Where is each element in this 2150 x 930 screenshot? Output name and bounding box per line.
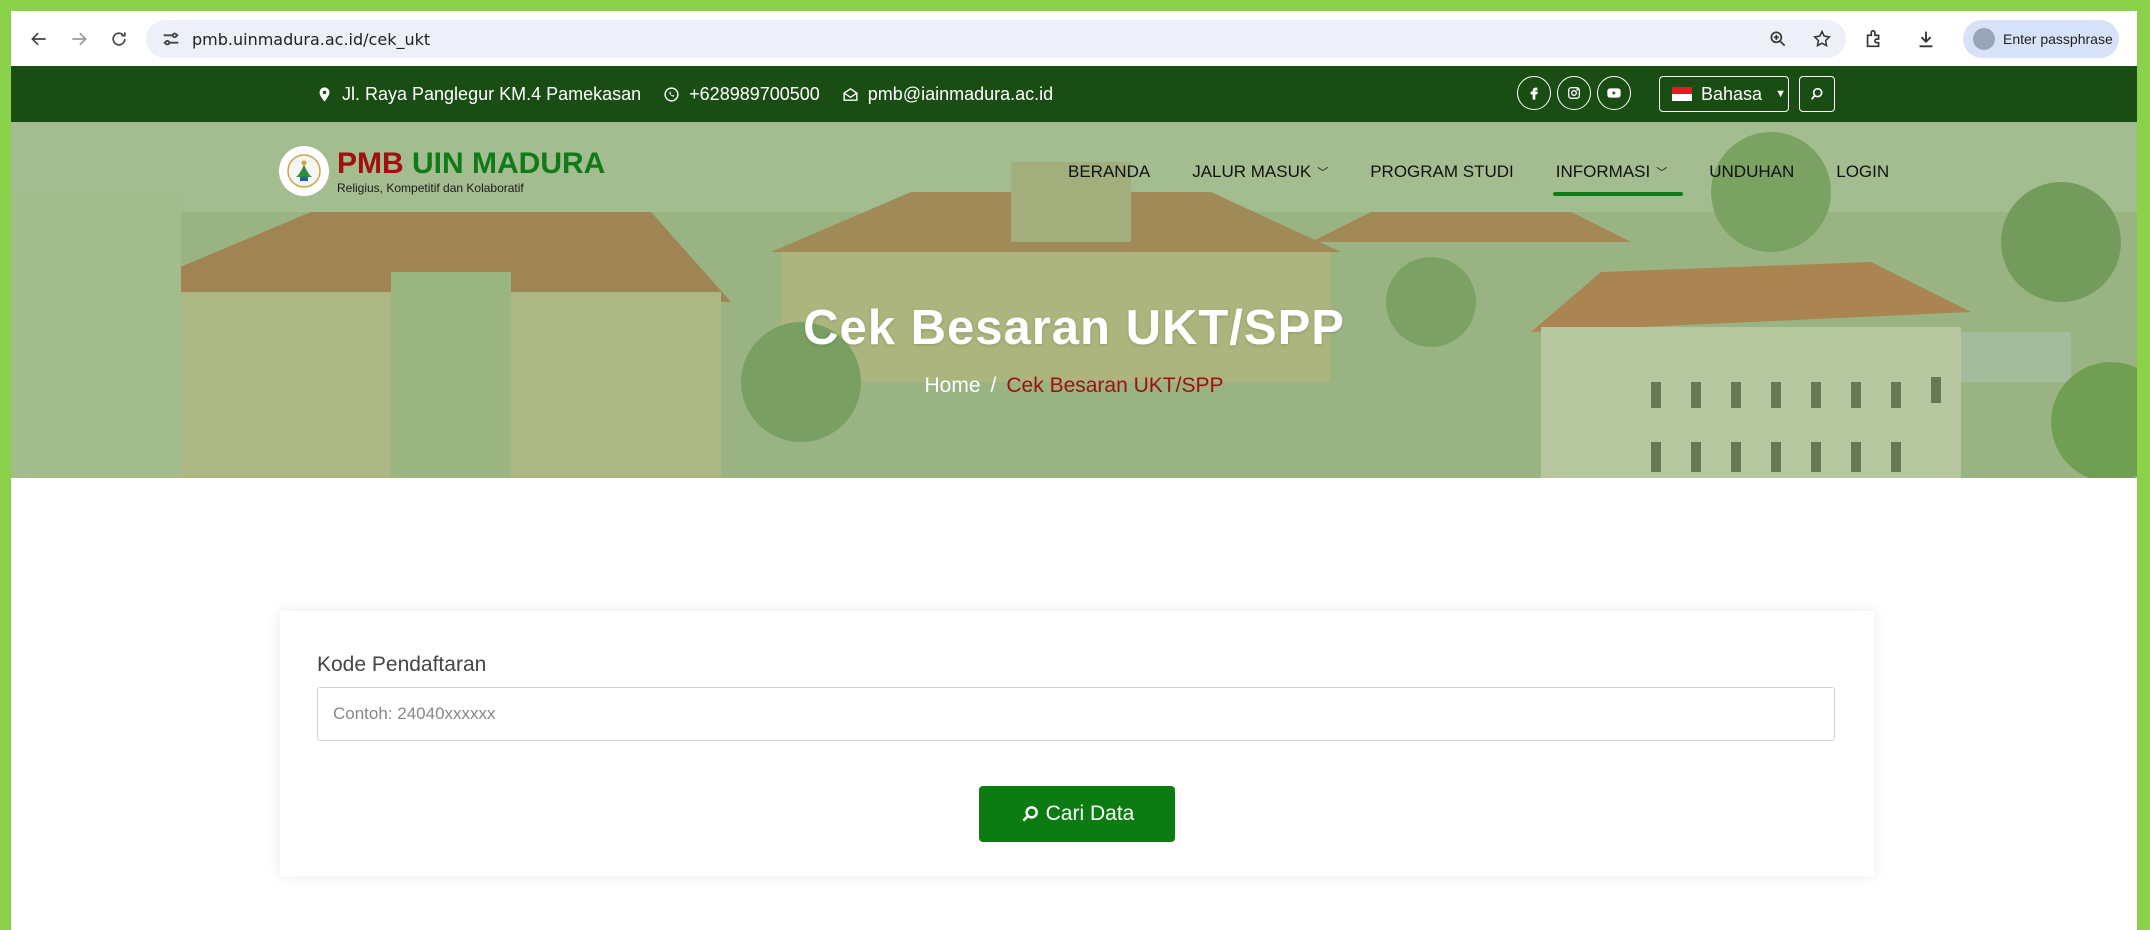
email-info[interactable]: pmb@iainmadura.ac.id: [842, 84, 1053, 105]
more-menu-icon[interactable]: ⋮: [2128, 23, 2137, 49]
nav-item-jalur-masuk[interactable]: JALUR MASUK ﹀: [1192, 162, 1328, 182]
nav-item-program-studi[interactable]: PROGRAM STUDI: [1370, 162, 1514, 182]
site-info-icon[interactable]: [160, 28, 182, 50]
caret-down-icon: ▼: [1775, 88, 1786, 100]
address-text: Jl. Raya Panglegur KM.4 Pamekasan: [342, 83, 642, 104]
nav-label: INFORMASI: [1555, 162, 1651, 181]
hero-banner: PMB UIN MADURA Religius, Kompetitif dan …: [11, 122, 2137, 478]
search-icon: [1811, 87, 1823, 100]
forward-icon[interactable]: [59, 19, 99, 59]
search-data-button[interactable]: Cari Data: [979, 786, 1175, 842]
main-nav: BERANDA JALUR MASUK ﹀ PROGRAM STUDI INFOR…: [1068, 162, 1931, 196]
browser-toolbar: pmb.uinmadura.ac.id/cek_ukt Enter passph…: [11, 11, 2137, 66]
download-icon[interactable]: [1915, 28, 1937, 50]
nav-label: BERANDA: [1068, 162, 1151, 181]
email-text[interactable]: pmb@iainmadura.ac.id: [868, 84, 1053, 105]
page-title: Cek Besaran UKT/SPP: [803, 301, 1345, 355]
address-info: Jl. Raya Panglegur KM.4 Pamekasan: [316, 84, 641, 105]
avatar: [1973, 28, 1995, 50]
phone-text[interactable]: +628989700500: [689, 84, 820, 105]
back-icon[interactable]: [19, 19, 59, 59]
indonesia-flag-icon: [1672, 87, 1692, 101]
nav-label: UNDUHAN: [1709, 162, 1795, 181]
whatsapp-icon: [664, 86, 679, 102]
reload-icon[interactable]: [99, 19, 139, 59]
top-info-bar: Jl. Raya Panglegur KM.4 Pamekasan +62898…: [11, 66, 2137, 122]
uin-madura-emblem-icon: [279, 146, 329, 196]
nav-label: PROGRAM STUDI: [1370, 162, 1514, 181]
profile-passphrase-label: Enter passphrase: [2003, 31, 2113, 47]
breadcrumb: Home / Cek Besaran UKT/SPP: [11, 374, 2137, 398]
breadcrumb-home-link[interactable]: Home: [925, 374, 981, 397]
extensions-icon[interactable]: [1863, 28, 1885, 50]
chevron-down-icon: ﹀: [1317, 167, 1329, 179]
map-pin-icon: [319, 86, 330, 102]
url-text[interactable]: pmb.uinmadura.ac.id/cek_ukt: [192, 30, 430, 49]
site-logo[interactable]: PMB UIN MADURA Religius, Kompetitif dan …: [279, 146, 605, 196]
breadcrumb-current: Cek Besaran UKT/SPP: [1006, 374, 1224, 397]
logo-pmb: PMB: [337, 146, 404, 180]
search-data-button-label: Cari Data: [1045, 802, 1135, 825]
address-bar[interactable]: pmb.uinmadura.ac.id/cek_ukt: [146, 20, 1846, 58]
search-icon: [1022, 806, 1038, 822]
logo-title: PMB UIN MADURA: [337, 146, 606, 180]
facebook-icon[interactable]: [1517, 76, 1551, 110]
zoom-icon[interactable]: [1768, 29, 1788, 49]
nav-item-informasi[interactable]: INFORMASI ﹀: [1552, 162, 1684, 196]
instagram-icon[interactable]: [1557, 76, 1591, 110]
search-form-card: Kode Pendaftaran Cari Data: [280, 611, 1874, 876]
language-label: Bahasa: [1701, 83, 1763, 104]
chevron-down-icon: ﹀: [1656, 167, 1668, 179]
breadcrumb-separator: /: [990, 374, 997, 397]
logo-uin-madura: UIN MADURA: [412, 146, 606, 180]
youtube-icon[interactable]: [1597, 76, 1631, 110]
nav-item-beranda[interactable]: BERANDA: [1068, 162, 1150, 182]
nav-item-unduhan[interactable]: UNDUHAN: [1709, 162, 1794, 182]
phone-info[interactable]: +628989700500: [663, 84, 820, 105]
registration-code-label: Kode Pendaftaran: [317, 653, 487, 676]
registration-code-input[interactable]: [317, 687, 1835, 741]
language-dropdown[interactable]: Bahasa ▼: [1659, 76, 1789, 112]
nav-active-indicator: [1552, 192, 1684, 196]
header-search-button[interactable]: [1799, 76, 1835, 112]
nav-label: JALUR MASUK: [1192, 162, 1312, 181]
nav-label: LOGIN: [1836, 162, 1890, 181]
profile-passphrase-button[interactable]: Enter passphrase: [1963, 20, 2119, 58]
bookmark-star-icon[interactable]: [1812, 29, 1832, 49]
nav-item-login[interactable]: LOGIN: [1836, 162, 1889, 182]
browser-window: pmb.uinmadura.ac.id/cek_ukt Enter passph…: [11, 11, 2137, 930]
logo-tagline: Religius, Kompetitif dan Kolaboratif: [337, 180, 524, 195]
envelope-open-icon: [843, 87, 858, 101]
